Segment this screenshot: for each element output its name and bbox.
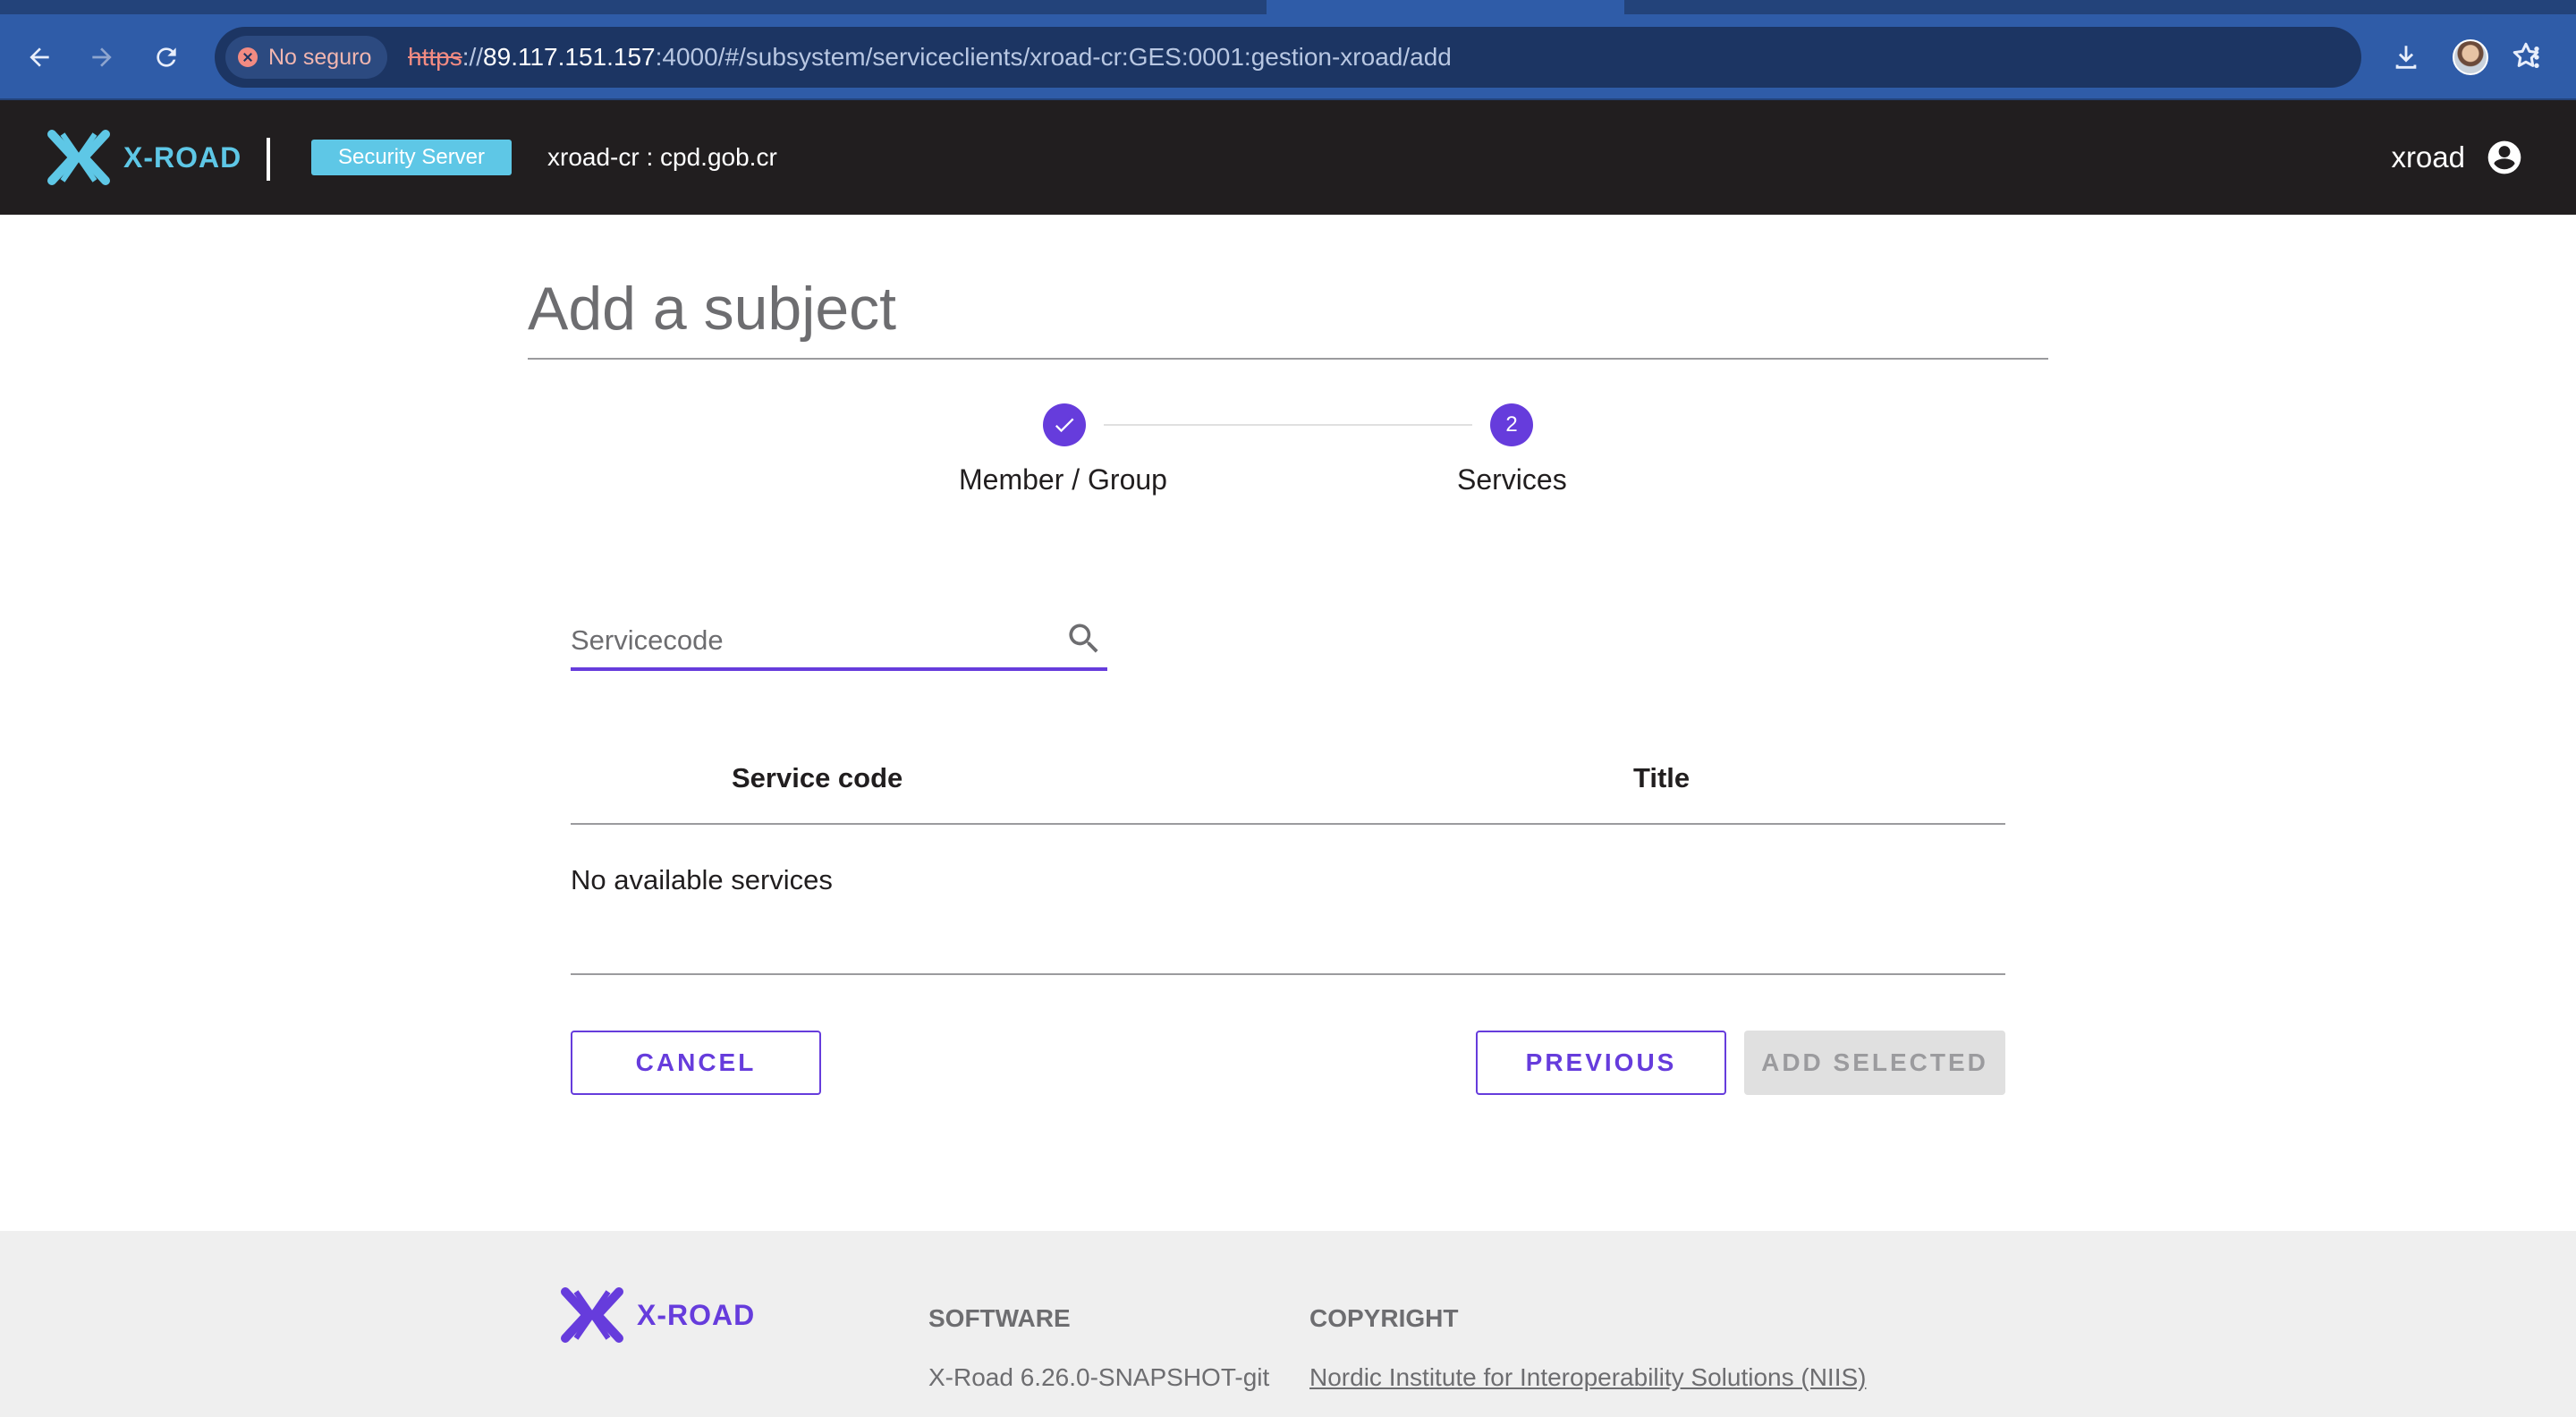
security-chip[interactable]: No seguro — [225, 36, 388, 79]
table-footer-divider — [571, 973, 2005, 975]
back-icon[interactable] — [18, 36, 61, 79]
footer-xroad-logo-icon — [561, 1287, 623, 1343]
table-header-divider — [571, 823, 2005, 825]
empty-table-message: No available services — [571, 864, 833, 895]
column-header-title[interactable]: Title — [1633, 762, 1690, 794]
add-selected-button[interactable]: ADD SELECTED — [1744, 1031, 2005, 1095]
menu-icon[interactable] — [2515, 36, 2558, 79]
footer-software-version: X-Road 6.26.0-SNAPSHOT-git — [928, 1363, 1270, 1391]
security-server-badge: Security Server — [311, 140, 512, 175]
cancel-button[interactable]: CANCEL — [571, 1031, 821, 1095]
browser-toolbar: No seguro https://89.117.151.157:4000/#/… — [0, 14, 2576, 100]
url-scheme: https — [408, 43, 462, 71]
xroad-logo-icon — [47, 130, 110, 185]
address-bar[interactable]: No seguro https://89.117.151.157:4000/#/… — [215, 27, 2539, 88]
url-path: :4000/#/subsystem/serviceclients/xroad-c… — [655, 43, 1452, 71]
footer-software-heading: SOFTWARE — [928, 1304, 1071, 1332]
page-title: Add a subject — [528, 275, 897, 343]
step-1-label: Member / Group — [959, 463, 1167, 496]
xroad-logo[interactable]: X-ROAD — [47, 129, 242, 186]
reload-icon[interactable] — [145, 36, 188, 79]
url-host: 89.117.151.157 — [483, 43, 656, 71]
column-header-service-code[interactable]: Service code — [732, 762, 902, 794]
footer-logo: X-ROAD — [560, 1286, 755, 1344]
member-id: xroad-cr : cpd.gob.cr — [547, 143, 777, 171]
page-footer: X-ROAD SOFTWARE X-Road 6.26.0-SNAPSHOT-g… — [0, 1231, 2576, 1417]
app-header: X-ROAD Security Server xroad-cr : cpd.go… — [0, 100, 2576, 215]
servicecode-search — [571, 608, 1107, 671]
header-divider — [267, 138, 270, 181]
search-icon[interactable] — [1064, 619, 1104, 658]
url-separator: :// — [462, 43, 484, 71]
account-circle-icon — [2487, 140, 2521, 174]
url-text[interactable]: https://89.117.151.157:4000/#/subsystem/… — [408, 27, 1452, 88]
security-chip-label: No seguro — [268, 44, 372, 70]
step-2-label: Services — [1457, 463, 1567, 496]
servicecode-search-input[interactable] — [571, 621, 1036, 660]
user-menu[interactable]: xroad — [2391, 131, 2524, 184]
footer-copyright-heading: COPYRIGHT — [1309, 1304, 1459, 1332]
title-divider — [528, 358, 2048, 360]
step-2-number: 2 — [1490, 403, 1533, 446]
footer-logo-text: X-ROAD — [637, 1298, 756, 1331]
logo-text: X-ROAD — [123, 140, 242, 174]
forward-icon[interactable] — [80, 36, 123, 79]
browser-tab-strip — [0, 0, 2576, 14]
step-1-complete-icon — [1043, 403, 1086, 446]
footer-niis-link[interactable]: Nordic Institute for Interoperability So… — [1309, 1363, 1866, 1392]
active-tab[interactable] — [1267, 0, 1624, 14]
download-icon[interactable] — [2385, 36, 2428, 79]
previous-button[interactable]: PREVIOUS — [1476, 1031, 1726, 1095]
not-secure-icon — [238, 47, 258, 67]
profile-avatar[interactable] — [2449, 36, 2492, 79]
stepper-connector — [1104, 424, 1472, 426]
username: xroad — [2391, 140, 2465, 174]
